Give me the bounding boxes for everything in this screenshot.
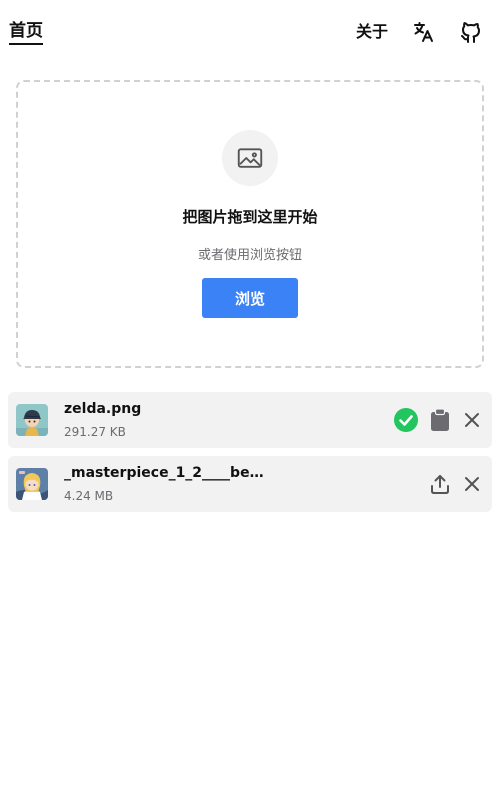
file-thumbnail (16, 468, 48, 500)
file-name: _masterpiece_1_2____be... (64, 465, 264, 481)
image-placeholder (222, 130, 278, 186)
nav-home-link[interactable]: 首页 (9, 20, 43, 45)
upload-icon[interactable] (426, 470, 454, 498)
file-thumbnail (16, 404, 48, 436)
file-item: _masterpiece_1_2____be... 4.24 MB (8, 456, 492, 512)
close-icon[interactable] (458, 406, 486, 434)
image-icon (237, 148, 263, 168)
drop-zone-title: 把图片拖到这里开始 (182, 208, 318, 226)
close-icon[interactable] (458, 470, 486, 498)
drop-zone[interactable]: 把图片拖到这里开始 或者使用浏览按钮 浏览 (16, 80, 484, 368)
clipboard-icon[interactable] (426, 406, 454, 434)
file-name: zelda.png (64, 401, 142, 417)
file-size: 291.27 KB (64, 425, 126, 439)
github-icon[interactable] (457, 18, 485, 46)
file-size: 4.24 MB (64, 489, 114, 503)
browse-button[interactable]: 浏览 (202, 278, 298, 318)
drop-zone-subtitle: 或者使用浏览按钮 (197, 248, 302, 263)
file-item: zelda.png 291.27 KB (8, 392, 492, 448)
translate-icon[interactable] (410, 18, 438, 46)
nav-about-link[interactable]: 关于 (356, 21, 388, 43)
check-icon (392, 406, 420, 434)
header: 首页 关于 (0, 0, 500, 64)
